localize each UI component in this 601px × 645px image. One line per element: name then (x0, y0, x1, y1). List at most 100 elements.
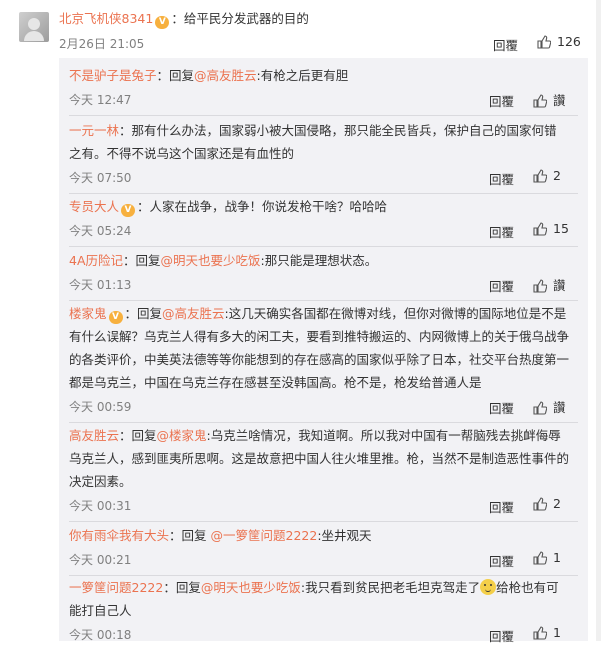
main-username[interactable]: 北京飞机侠8341 (59, 11, 153, 26)
sub-comments: 不是驴子是兔子：回复@高友胜云:有枪之后更有胆 今天 12:47 回覆讚一元一林：那… (59, 58, 588, 644)
reply-prefix: ：回复 (163, 580, 201, 595)
scrollbar[interactable] (596, 0, 601, 641)
reply-body: 一元一林：那有什么办法，国家弱小被大国侵略，那只能全民皆兵，保护自己的国家何错之… (69, 119, 569, 165)
reply-body: 楼家鬼 V ：回复@高友胜云:这几天确实各国都在微博对线，但你对微博的国际地位是不是… (69, 302, 569, 394)
reply-time: 今天 00:59 (69, 400, 132, 414)
avatar[interactable] (19, 12, 49, 42)
like-count: 讚 (553, 93, 566, 108)
like-count: 讚 (553, 278, 566, 293)
reply-time: 今天 00:31 (69, 499, 132, 513)
thumbs-up-icon (533, 169, 548, 183)
reply-mention[interactable]: @高友胜云 (194, 68, 257, 83)
like-count: 2 (553, 496, 561, 511)
like-button[interactable]: 讚 (533, 90, 566, 109)
reply-button[interactable]: 回覆 (489, 398, 514, 417)
thumbs-up-icon (533, 94, 548, 108)
reply-time: 今天 05:24 (69, 224, 132, 238)
reply-username[interactable]: 一箩筐问题2222 (69, 580, 163, 595)
like-count: 1 (553, 550, 561, 565)
thumbs-up-icon (533, 551, 548, 565)
divider (69, 422, 578, 423)
reply-prefix: ： (137, 199, 150, 214)
main-reply-button[interactable]: 回覆 (493, 35, 518, 54)
reply-prefix: ：回复 (119, 428, 157, 443)
like-button[interactable]: 2 (533, 168, 561, 183)
reply-text: 那有什么办法，国家弱小被大国侵略，那只能全民皆兵，保护自己的国家何错之有。不得不… (69, 123, 557, 161)
reply-username[interactable]: 高友胜云 (69, 428, 119, 443)
reply-button[interactable]: 回覆 (489, 551, 514, 570)
reply-button[interactable]: 回覆 (489, 169, 514, 188)
reply-username[interactable]: 不是驴子是兔子 (69, 68, 157, 83)
emoji-icon (480, 579, 497, 595)
reply-prefix: ：回复 (156, 68, 195, 83)
vip-badge-icon: V (155, 16, 170, 29)
thumbs-up-icon (537, 35, 552, 49)
reply-body: 4A历险记：回复@明天也要少吃饭:那只能是理想状态。 (69, 249, 569, 272)
divider (69, 521, 578, 522)
reply-text: 那只能是理想状态。 (264, 253, 378, 268)
reply-prefix: ：回复 (123, 253, 161, 268)
like-count: 2 (553, 168, 561, 183)
reply-mention[interactable]: @明天也要少吃饭 (161, 253, 261, 268)
reply-username[interactable]: 你有雨伞我有大头 (69, 528, 169, 543)
comment-thread: 北京飞机侠8341 V ：给平民分发武器的目的 2月26日 21:05 回覆 126… (0, 0, 601, 644)
like-button[interactable]: 15 (533, 221, 569, 236)
reply-button[interactable]: 回覆 (489, 222, 514, 241)
thumbs-up-icon (533, 626, 548, 640)
like-button[interactable]: 1 (533, 625, 561, 640)
reply-body: 专员大人 V ：人家在战争，战争！你说发枪干啥？哈哈哈 (69, 195, 569, 218)
reply-username[interactable]: 一元一林 (69, 123, 119, 138)
divider (69, 246, 578, 247)
reply-button[interactable]: 回覆 (489, 626, 514, 645)
reply-body: 高友胜云：回复@楼家鬼:乌克兰啥情况，我知道啊。所以我对中国有一帮脑残去挑衅侮辱… (69, 424, 569, 493)
reply-button[interactable]: 回覆 (489, 91, 514, 110)
vip-badge-icon: V (121, 204, 136, 217)
divider (69, 300, 578, 301)
like-button[interactable]: 2 (533, 496, 561, 511)
reply-mention[interactable]: @楼家鬼 (157, 428, 207, 443)
main-comment-time: 2月26日 21:05 (59, 37, 145, 51)
thumbs-up-icon (533, 497, 548, 511)
like-count: 15 (553, 221, 569, 236)
reply-mention[interactable]: @一箩筐问题2222 (211, 528, 318, 543)
reply-text: 有枪之后更有胆 (260, 68, 349, 83)
like-button[interactable]: 讚 (533, 397, 566, 416)
main-like-button[interactable]: 126 (537, 34, 581, 49)
reply-prefix: ：回复 (124, 306, 163, 321)
reply-text: 人家在战争，战争！你说发枪干啥？哈哈哈 (149, 199, 388, 214)
reply-prefix: ：回复 (169, 528, 211, 543)
thumbs-up-icon (533, 401, 548, 415)
reply-time: 今天 01:13 (69, 278, 132, 292)
reply-body: 一箩筐问题2222：回复@明天也要少吃饭:我只看到贫民把老毛坦克驾走了 给枪也有可… (69, 576, 569, 622)
reply-button[interactable]: 回覆 (489, 276, 514, 295)
thumbs-up-icon (533, 279, 548, 293)
main-comment-line: 北京飞机侠8341 V ：给平民分发武器的目的 (59, 9, 309, 29)
main-comment-text: 给平民分发武器的目的 (183, 11, 309, 26)
reply-text: 我只看到贫民把老毛坦克驾走了 (305, 580, 481, 595)
reply-prefix: ： (119, 123, 132, 138)
reply-time: 今天 00:21 (69, 553, 132, 567)
reply-username[interactable]: 4A历险记 (69, 253, 123, 268)
divider (69, 115, 578, 116)
like-button[interactable]: 1 (533, 550, 561, 565)
reply-text: 坐井观天 (321, 528, 372, 543)
reply-time: 今天 07:50 (69, 171, 132, 185)
separator: ： (171, 11, 184, 26)
reply-button[interactable]: 回覆 (489, 497, 514, 516)
main-comment: 北京飞机侠8341 V ：给平民分发武器的目的 2月26日 21:05 回覆 126 (0, 0, 601, 58)
like-button[interactable]: 讚 (533, 275, 566, 294)
reply-time: 今天 12:47 (69, 93, 132, 107)
reply-mention[interactable]: @高友胜云 (162, 306, 225, 321)
like-count: 讚 (553, 400, 566, 415)
divider (69, 193, 578, 194)
reply-username[interactable]: 专员大人 (69, 199, 119, 214)
main-like-count: 126 (557, 34, 581, 49)
vip-badge-icon: V (108, 311, 123, 324)
reply-username[interactable]: 楼家鬼 (69, 306, 107, 321)
like-count: 1 (553, 625, 561, 640)
reply-time: 今天 00:18 (69, 628, 132, 642)
reply-body: 你有雨伞我有大头：回复 @一箩筐问题2222:坐井观天 (69, 524, 569, 547)
reply-body: 不是驴子是兔子：回复@高友胜云:有枪之后更有胆 (69, 64, 569, 87)
reply-mention[interactable]: @明天也要少吃饭 (201, 580, 301, 595)
thumbs-up-icon (533, 222, 548, 236)
